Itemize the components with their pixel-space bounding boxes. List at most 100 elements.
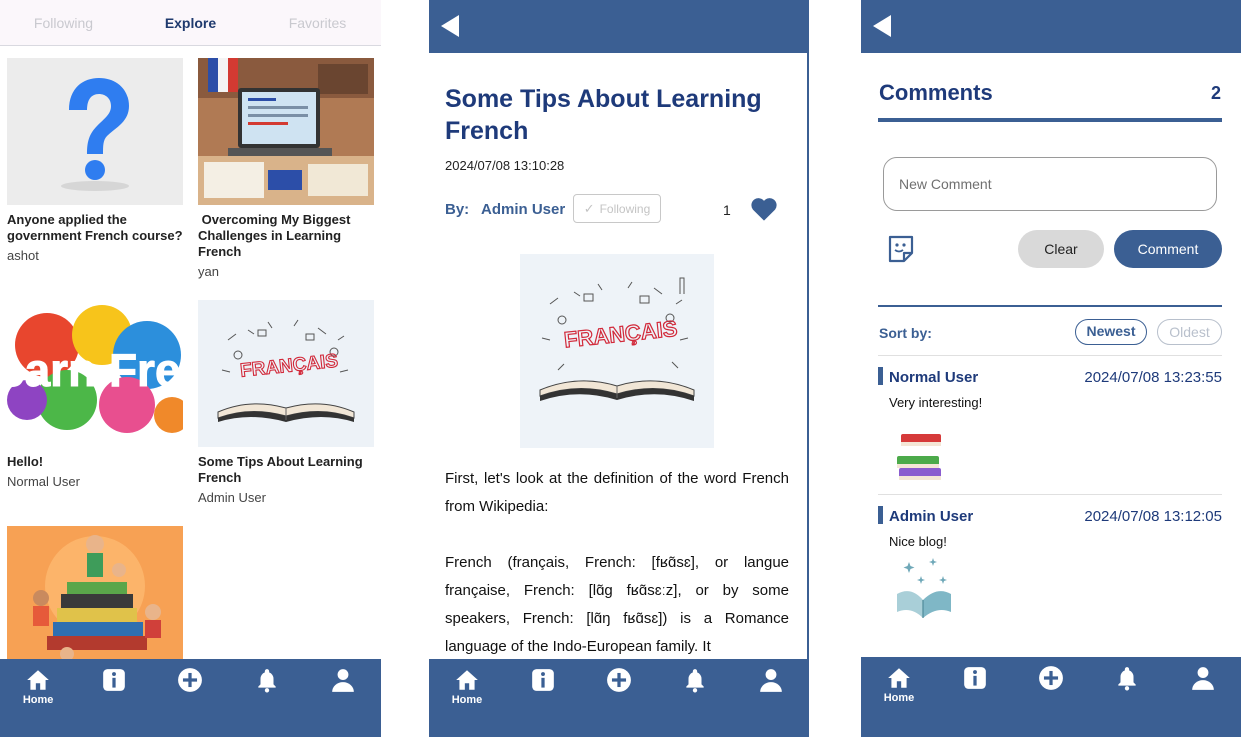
bottom-nav: Home [861,657,1241,737]
comment-time: 2024/07/08 13:23:55 [1084,369,1222,386]
splash-text: earn French [7,344,183,396]
comment-text: Nice blog! [889,534,947,549]
nav-home[interactable]: Home [437,667,497,706]
post-card[interactable]: earn French Hello! Normal User [7,300,183,489]
bottom-nav: Home [429,659,809,737]
comment-text: Very interesting! [889,395,983,410]
checkmark-icon: ✓ [583,200,595,216]
post-title: Overcoming My Biggest Challenges in Lear… [198,212,355,259]
post-screen: Some Tips About Learning French 2024/07/… [429,0,809,737]
nav-info[interactable] [945,665,1005,691]
following-label: Following [599,201,651,216]
new-comment-input[interactable] [883,157,1217,211]
post-author: ashot [7,248,39,263]
divider [878,494,1222,495]
nav-profile[interactable] [1173,665,1233,691]
post-title: Hello! [7,454,44,469]
following-button[interactable]: ✓ Following [573,194,661,223]
like-count: 1 [723,202,731,218]
comments-title: Comments [879,80,993,105]
comment-user[interactable]: Admin User [889,508,973,525]
post-card[interactable]: FRANÇAIS Some Tips About Learning French… [198,300,374,505]
info-icon [103,669,126,691]
post-date: 2024/07/08 13:10:28 [445,158,565,173]
sort-oldest-button[interactable]: Oldest [1157,319,1222,345]
laptop-desk-image [198,58,374,205]
post-title: Some Tips About Learning French [198,454,363,485]
francais-book-image: FRANÇAIS [198,300,374,447]
clear-button[interactable]: Clear [1018,230,1104,268]
comment-accent-bar [878,506,883,524]
nav-notifications[interactable] [237,667,297,693]
francais-book-image: FRANÇAIS [520,254,714,448]
post-author: yan [198,264,219,279]
feed-tabs: Following Explore Favorites [0,0,381,46]
nav-notifications[interactable] [665,667,725,693]
post-card[interactable]: Overcoming My Biggest Challenges in Lear… [198,58,374,279]
divider [878,355,1222,356]
user-icon [760,669,782,692]
comment-time: 2024/07/08 13:12:05 [1084,508,1222,525]
nav-home[interactable]: Home [8,667,68,706]
info-icon [964,667,986,689]
bell-icon [686,669,704,693]
post-card[interactable]: Anyone applied the government French cou… [7,58,183,263]
home-icon [27,670,49,690]
nav-add[interactable] [589,667,649,693]
bell-icon [257,669,276,693]
nav-info[interactable] [84,667,144,693]
add-icon [1039,666,1063,690]
post-card[interactable] [7,526,183,673]
top-bar [861,0,1241,53]
explore-screen: Following Explore Favorites Anyone appli… [0,0,381,737]
nav-add[interactable] [1021,665,1081,691]
post-author: Normal User [7,474,80,489]
byline-label: By: [445,201,470,218]
comments-screen: Comments 2 Clear Comment Sort by: Newest… [861,0,1241,737]
top-bar [429,0,809,53]
nav-profile[interactable] [313,667,373,693]
add-icon [607,668,631,692]
info-icon [532,669,554,691]
comment-user[interactable]: Normal User [889,369,978,386]
tab-following[interactable]: Following [0,0,127,45]
post-author: Admin User [198,490,266,505]
nav-notifications[interactable] [1097,665,1157,691]
tab-explore[interactable]: Explore [127,0,254,45]
sort-newest-button[interactable]: Newest [1075,319,1147,345]
nav-home[interactable]: Home [869,665,929,704]
nav-info[interactable] [513,667,573,693]
back-arrow-icon[interactable] [439,14,461,38]
nav-home-label: Home [451,694,483,706]
user-icon [1192,667,1214,690]
home-icon [456,670,478,690]
user-icon [332,669,354,692]
post-title: Anyone applied the government French cou… [7,212,183,243]
nav-add[interactable] [160,667,220,693]
comment-accent-bar [878,367,883,385]
bell-icon [1118,667,1136,691]
kids-on-books-image [7,526,183,673]
sort-label: Sort by: [879,325,932,341]
nav-profile[interactable] [741,667,801,693]
post-paragraph: French (français, French: [fʁɑ̃sɛ], or l… [445,554,789,655]
question-mark-image [7,58,183,205]
books-sticker-icon [897,434,941,480]
nav-home-label: Home [22,694,54,706]
heart-icon[interactable] [750,195,778,223]
comment-submit-button[interactable]: Comment [1114,230,1222,268]
author-link[interactable]: Admin User [481,201,565,218]
divider [878,305,1222,307]
tab-favorites[interactable]: Favorites [254,0,381,45]
comments-count: 2 [1210,83,1221,103]
post-paragraph: First, let's look at the definition of t… [445,470,789,515]
bottom-nav: Home [0,659,381,737]
back-arrow-icon[interactable] [871,14,893,38]
add-icon [178,668,203,692]
post-content: Some Tips About Learning French 2024/07/… [429,53,809,659]
sticker-icon[interactable] [885,233,917,265]
post-body: First, let's look at the definition of t… [445,465,789,689]
learn-french-splash-image: earn French [7,300,183,447]
nav-home-label: Home [883,692,915,704]
magic-book-sticker-icon [897,558,951,618]
